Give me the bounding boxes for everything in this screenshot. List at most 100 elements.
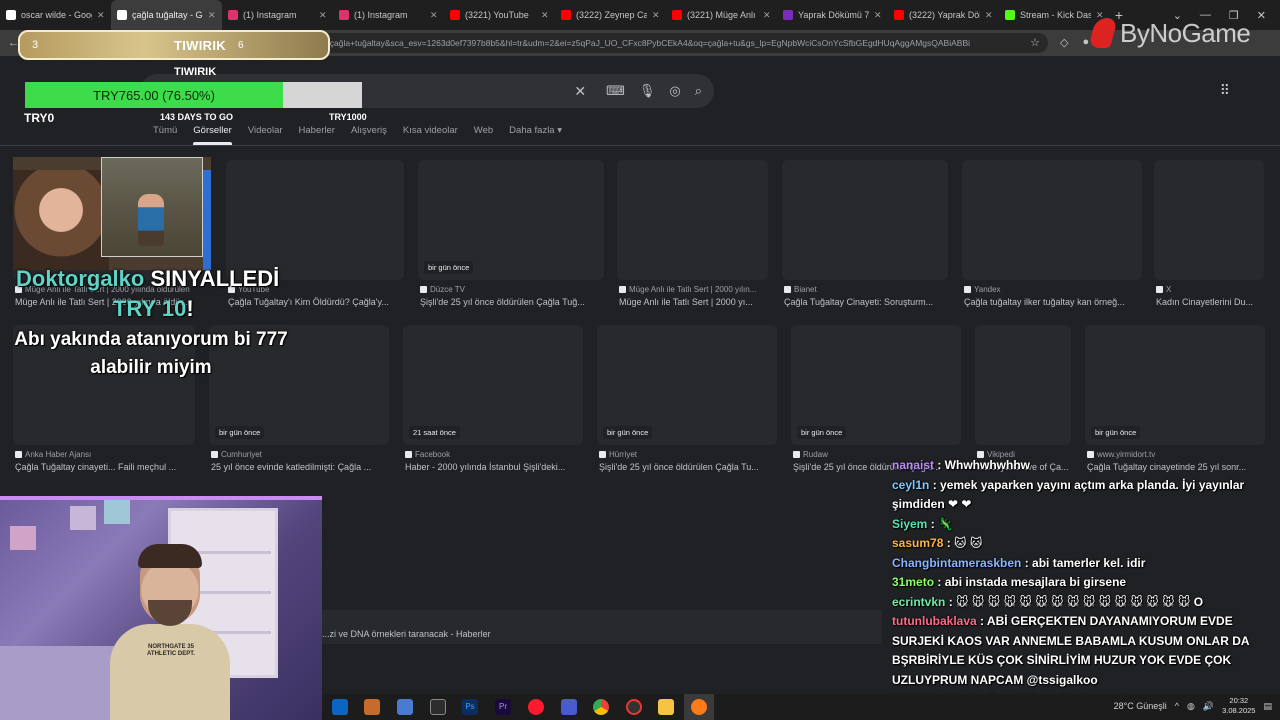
browser-tab[interactable]: (3222) Yaprak Döküm ✕ xyxy=(888,0,999,30)
browser-tab[interactable]: oscar wilde - Google ✕ xyxy=(0,0,111,30)
result-source[interactable]: Cumhuriyet xyxy=(211,450,391,459)
chat-username[interactable]: nanaist xyxy=(892,458,934,472)
filter-tab[interactable]: Web xyxy=(474,125,493,136)
clock[interactable]: 20:32 3.08.2025 xyxy=(1222,696,1255,716)
lens-icon[interactable]: ◎ xyxy=(669,83,680,100)
browser-tab[interactable]: (3222) Zeynep Casal ✕ xyxy=(555,0,666,30)
chat-username[interactable]: tutunlubaklava xyxy=(892,614,977,628)
result-caption[interactable]: Çağla tuğaltay ilker tuğaltay kan örneğ.… xyxy=(964,297,1148,307)
result-caption[interactable]: Çağla Tuğaltay'ı Kim Öldürdü? Çağla'y... xyxy=(228,297,410,307)
obs-icon[interactable] xyxy=(626,699,642,715)
microphone-icon[interactable]: 🎙 xyxy=(639,83,656,100)
profile-icon[interactable]: ● xyxy=(1082,36,1089,49)
bynogame-logo-icon xyxy=(1087,18,1119,48)
extension-icon[interactable]: ◇ xyxy=(1060,36,1068,49)
apps-grid-icon[interactable]: ⠿ xyxy=(1220,82,1230,99)
time-badge: bir gün önce xyxy=(797,426,847,439)
tab-close-icon[interactable]: ✕ xyxy=(874,10,882,21)
chat-username[interactable]: ceyl1n xyxy=(892,478,929,492)
result-source[interactable]: Facebook xyxy=(405,450,585,459)
result-source[interactable]: X xyxy=(1156,285,1266,294)
browser-tab[interactable]: Yaprak Dökümü 71. B ✕ xyxy=(777,0,888,30)
app-icon[interactable] xyxy=(397,699,413,715)
chat-username[interactable]: ecrintvkn xyxy=(892,595,945,609)
filter-tab[interactable]: Tümü xyxy=(153,125,177,136)
image-result-thumbnail[interactable] xyxy=(226,160,404,280)
firefox-icon[interactable] xyxy=(691,699,707,715)
keyboard-icon[interactable]: ⌨ xyxy=(606,83,625,100)
image-result-thumbnail[interactable]: bir gün önce xyxy=(597,325,777,445)
watermark-text: ByNoGame xyxy=(1120,18,1251,48)
filter-tab[interactable]: Videolar xyxy=(248,125,283,136)
result-source[interactable]: Düzce TV xyxy=(420,285,606,294)
time-badge: bir gün önce xyxy=(603,426,653,439)
filter-tab[interactable]: Kısa videolar xyxy=(403,125,458,136)
tab-close-icon[interactable]: ✕ xyxy=(208,10,216,21)
result-caption[interactable]: Şişli'de 25 yıl önce öldürülen Çağla Tuğ… xyxy=(420,297,610,307)
result-caption[interactable]: Şişli'de 25 yıl önce öldürülen Çağla Tu.… xyxy=(599,462,783,472)
image-result-thumbnail[interactable] xyxy=(975,325,1071,445)
browser-tab[interactable]: (3221) YouTube ✕ xyxy=(444,0,555,30)
result-caption[interactable]: Müge Anlı ile Tatlı Sert | 2000 yı... xyxy=(619,297,774,307)
image-result-thumbnail[interactable] xyxy=(782,160,948,280)
photoshop-icon[interactable]: Ps xyxy=(462,699,478,715)
chat-username[interactable]: 31meto xyxy=(892,575,934,589)
image-result-thumbnail[interactable]: bir gün önce xyxy=(791,325,961,445)
result-source[interactable]: Hürriyet xyxy=(599,450,779,459)
volume-icon[interactable]: 🔊 xyxy=(1203,701,1214,712)
image-result-thumbnail[interactable]: 21 saat önce xyxy=(403,325,583,445)
image-result-thumbnail[interactable] xyxy=(962,160,1142,280)
image-result-thumbnail[interactable]: bir gün önce xyxy=(1085,325,1265,445)
close-window-button[interactable]: ✕ xyxy=(1257,9,1266,22)
premiere-icon[interactable]: Pr xyxy=(495,699,511,715)
result-source[interactable]: Anka Haber Ajansı xyxy=(15,450,197,459)
filter-tab[interactable]: Haberler xyxy=(299,125,335,136)
filter-tab[interactable]: Daha fazla ▾ xyxy=(509,125,562,136)
filter-tab[interactable]: Görseller xyxy=(193,125,232,145)
alert-image xyxy=(13,157,211,270)
outlook-icon[interactable] xyxy=(332,699,348,715)
image-result-thumbnail[interactable] xyxy=(617,160,768,280)
result-caption[interactable]: Haber - 2000 yılında İstanbul Şişli'deki… xyxy=(405,462,589,472)
chat-username[interactable]: Siyem xyxy=(892,517,927,531)
result-source[interactable]: Yandex xyxy=(964,285,1144,294)
filter-tab[interactable]: Alışveriş xyxy=(351,125,387,136)
result-source[interactable]: Müge Anlı ile Tatlı Sert | 2000 yılın... xyxy=(619,285,770,294)
stream-chat: nanaist : Whwhwhwhhw ceyl1n : yemek yapar… xyxy=(888,456,1280,720)
app-icon[interactable] xyxy=(430,699,446,715)
chrome-icon[interactable] xyxy=(593,699,609,715)
chat-username[interactable]: sasum78 xyxy=(892,536,943,550)
tray-chevron-icon[interactable]: ^ xyxy=(1175,701,1179,711)
browser-tab[interactable]: çağla tuğaltay - Goo ✕ xyxy=(111,0,222,30)
result-caption[interactable]: 25 yıl önce evinde katledilmişti: Çağla … xyxy=(211,462,395,472)
tab-close-icon[interactable]: ✕ xyxy=(430,10,438,21)
tab-close-icon[interactable]: ✕ xyxy=(541,10,549,21)
notifications-icon[interactable]: ▤ xyxy=(1263,701,1272,712)
network-icon[interactable]: ◍ xyxy=(1187,701,1195,712)
source-favicon-icon xyxy=(15,451,22,458)
tab-close-icon[interactable]: ✕ xyxy=(652,10,660,21)
alert-headline: Doktorgalko SINYALLEDİ xyxy=(16,266,279,292)
weather-label[interactable]: 28°C Güneşli xyxy=(1114,701,1167,711)
image-result-thumbnail[interactable]: bir gün önce xyxy=(418,160,604,280)
app-icon[interactable] xyxy=(561,699,577,715)
file-explorer-icon[interactable] xyxy=(658,699,674,715)
bookmark-star-icon[interactable]: ☆ xyxy=(1030,36,1040,49)
chat-username[interactable]: Changbintameraskben xyxy=(892,556,1021,570)
tab-close-icon[interactable]: ✕ xyxy=(985,10,993,21)
browser-tab[interactable]: (3221) Müge Anlı ile ✕ xyxy=(666,0,777,30)
clear-icon[interactable]: ✕ xyxy=(574,83,586,100)
result-source[interactable]: Bianet xyxy=(784,285,950,294)
search-icon[interactable]: ⌕ xyxy=(695,83,702,100)
image-result-thumbnail[interactable] xyxy=(1154,160,1264,280)
result-caption[interactable]: Çağla Tuğaltay cinayeti... Faili meçhul … xyxy=(15,462,201,472)
browser-tab[interactable]: (1) Instagram ✕ xyxy=(333,0,444,30)
app-icon[interactable] xyxy=(364,699,380,715)
result-caption[interactable]: Çağla Tuğaltay Cinayeti: Soruşturm... xyxy=(784,297,954,307)
result-caption[interactable]: Kadın Cinayetlerini Du... xyxy=(1156,297,1270,307)
browser-tab[interactable]: (1) Instagram ✕ xyxy=(222,0,333,30)
tab-close-icon[interactable]: ✕ xyxy=(319,10,327,21)
tab-close-icon[interactable]: ✕ xyxy=(763,10,771,21)
opera-icon[interactable] xyxy=(528,699,544,715)
tab-close-icon[interactable]: ✕ xyxy=(97,10,105,21)
